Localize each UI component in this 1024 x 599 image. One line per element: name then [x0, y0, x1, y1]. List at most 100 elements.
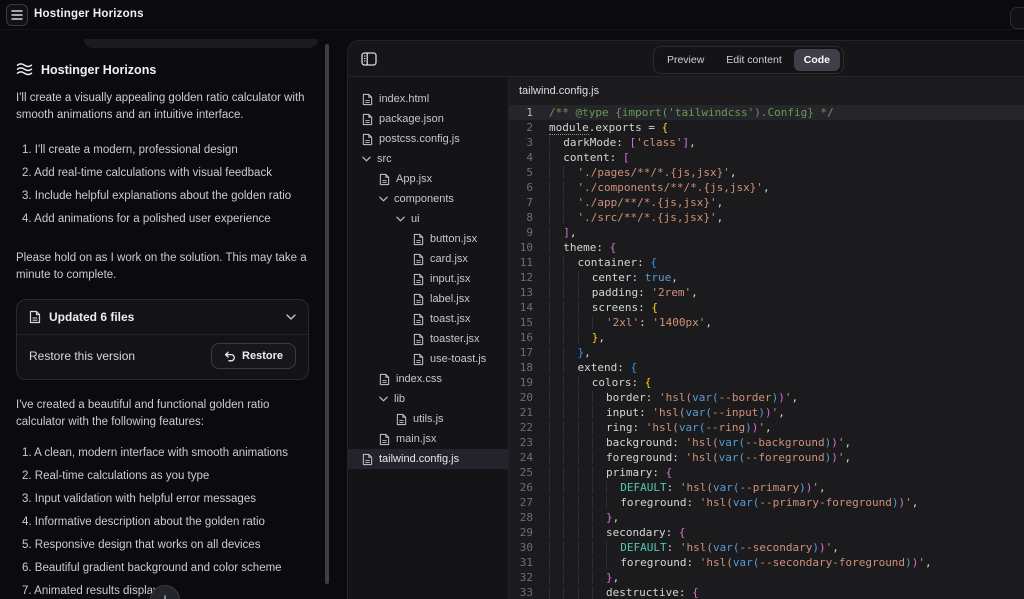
code-line-3: 3 darkMode: ['class'], — [509, 135, 1024, 150]
top-bar: Hostinger Horizons — [0, 0, 1024, 30]
tree-item-label: utils.js — [413, 413, 444, 425]
file-icon — [362, 133, 373, 146]
tab-preview[interactable]: Preview — [657, 49, 714, 71]
tree-file-toaster.jsx[interactable]: toaster.jsx — [348, 329, 508, 349]
line-number: 26 — [509, 480, 549, 495]
code-line-26: 26 DEFAULT: 'hsl(var(--primary))', — [509, 480, 1024, 495]
code-line-content: }, — [549, 330, 605, 345]
file-tree: index.htmlpackage.jsonpostcss.config.jss… — [348, 77, 509, 599]
file-icon — [413, 253, 424, 266]
code-line-content: }, — [549, 345, 591, 360]
code-line-content: './pages/**/*.{js,jsx}', — [549, 165, 736, 180]
file-icon — [396, 413, 407, 426]
tree-item-label: card.jsx — [430, 253, 468, 265]
tree-file-card.jsx[interactable]: card.jsx — [348, 249, 508, 269]
tree-file-App.jsx[interactable]: App.jsx — [348, 169, 508, 189]
code-line-content: input: 'hsl(var(--input))', — [549, 405, 785, 420]
tree-folder-ui[interactable]: ui — [348, 209, 508, 229]
tree-item-label: use-toast.js — [430, 353, 486, 365]
code-line-content: screens: { — [549, 300, 658, 315]
code-line-31: 31 foreground: 'hsl(var(--secondary-fore… — [509, 555, 1024, 570]
code-line-4: 4 content: [ — [509, 150, 1024, 165]
code-line-content: module.exports = { — [549, 120, 668, 135]
tree-file-input.jsx[interactable]: input.jsx — [348, 269, 508, 289]
code-line-content: ring: 'hsl(var(--ring))', — [549, 420, 772, 435]
arrow-down-icon — [160, 595, 170, 599]
file-icon — [362, 453, 373, 466]
tree-item-label: ui — [411, 213, 420, 225]
line-number: 29 — [509, 525, 549, 540]
tree-item-label: main.jsx — [396, 433, 436, 445]
chevron-down-icon — [362, 156, 371, 162]
restore-version-label: Restore this version — [29, 349, 211, 363]
line-number: 27 — [509, 495, 549, 510]
tree-folder-components[interactable]: components — [348, 189, 508, 209]
app-title: Hostinger Horizons — [34, 8, 144, 20]
code-line-21: 21 input: 'hsl(var(--input))', — [509, 405, 1024, 420]
line-number: 1 — [509, 105, 549, 120]
code-line-25: 25 primary: { — [509, 465, 1024, 480]
tree-file-main.jsx[interactable]: main.jsx — [348, 429, 508, 449]
tree-file-postcss.config.js[interactable]: postcss.config.js — [348, 129, 508, 149]
tree-file-toast.jsx[interactable]: toast.jsx — [348, 309, 508, 329]
tree-file-label.jsx[interactable]: label.jsx — [348, 289, 508, 309]
tree-file-index.css[interactable]: index.css — [348, 369, 508, 389]
code-line-23: 23 background: 'hsl(var(--background))', — [509, 435, 1024, 450]
code-line-6: 6 './components/**/*.{js,jsx}', — [509, 180, 1024, 195]
tree-file-utils.js[interactable]: utils.js — [348, 409, 508, 429]
tab-edit-content[interactable]: Edit content — [716, 49, 791, 71]
feature-item: A clean, modern interface with smooth an… — [22, 445, 310, 462]
tree-file-package.json[interactable]: package.json — [348, 109, 508, 129]
file-icon — [379, 173, 390, 186]
code-line-content: '2xl': '1400px', — [549, 315, 712, 330]
code-line-content: /** @type {import('tailwindcss').Config}… — [549, 105, 834, 120]
chevron-down-icon — [379, 196, 388, 202]
code-line-content: primary: { — [549, 465, 672, 480]
hamburger-menu-button[interactable] — [6, 4, 28, 26]
tree-file-tailwind.config.js[interactable]: tailwind.config.js — [348, 449, 508, 469]
code-line-14: 14 screens: { — [509, 300, 1024, 315]
restore-button[interactable]: Restore — [211, 343, 296, 369]
tree-item-label: toast.jsx — [430, 313, 470, 325]
code-line-content: secondary: { — [549, 525, 685, 540]
tree-folder-src[interactable]: src — [348, 149, 508, 169]
line-number: 31 — [509, 555, 549, 570]
code-line-content: theme: { — [549, 240, 616, 255]
feature-item: Input validation with helpful error mess… — [22, 491, 310, 508]
code-line-content: colors: { — [549, 375, 651, 390]
line-number: 32 — [509, 570, 549, 585]
code-line-content: foreground: 'hsl(var(--primary-foregroun… — [549, 495, 918, 510]
tree-file-index.html[interactable]: index.html — [348, 89, 508, 109]
line-number: 22 — [509, 420, 549, 435]
chat-scrollbar[interactable] — [325, 44, 329, 584]
line-number: 15 — [509, 315, 549, 330]
sidebar-toggle-button[interactable] — [360, 50, 378, 68]
file-icon — [379, 373, 390, 386]
updated-files-toggle[interactable]: Updated 6 files — [17, 300, 308, 334]
line-number: 7 — [509, 195, 549, 210]
code-area[interactable]: 1/** @type {import('tailwindcss').Config… — [509, 105, 1024, 599]
workspace-panel: PreviewEdit contentCode index.htmlpackag… — [347, 40, 1024, 599]
tree-item-label: input.jsx — [430, 273, 470, 285]
tree-file-button.jsx[interactable]: button.jsx — [348, 229, 508, 249]
file-icon — [379, 433, 390, 446]
line-number: 20 — [509, 390, 549, 405]
code-line-2: 2module.exports = { — [509, 120, 1024, 135]
feature-item: Beautiful gradient background and color … — [22, 560, 310, 577]
code-line-content: container: { — [549, 255, 657, 270]
tree-file-use-toast.js[interactable]: use-toast.js — [348, 349, 508, 369]
line-number: 28 — [509, 510, 549, 525]
topbar-clipped-button[interactable] — [1010, 7, 1024, 29]
summary-text: I've created a beautiful and functional … — [16, 397, 310, 431]
code-line-17: 17 }, — [509, 345, 1024, 360]
plan-item: Include helpful explanations about the g… — [22, 188, 310, 205]
code-line-content: content: [ — [549, 150, 629, 165]
code-line-content: }, — [549, 510, 619, 525]
intro-text: I'll create a visually appealing golden … — [16, 90, 310, 124]
tree-folder-lib[interactable]: lib — [348, 389, 508, 409]
tree-item-label: button.jsx — [430, 233, 477, 245]
code-line-27: 27 foreground: 'hsl(var(--primary-foregr… — [509, 495, 1024, 510]
tab-code[interactable]: Code — [794, 49, 840, 71]
code-line-18: 18 extend: { — [509, 360, 1024, 375]
file-icon — [362, 113, 373, 126]
